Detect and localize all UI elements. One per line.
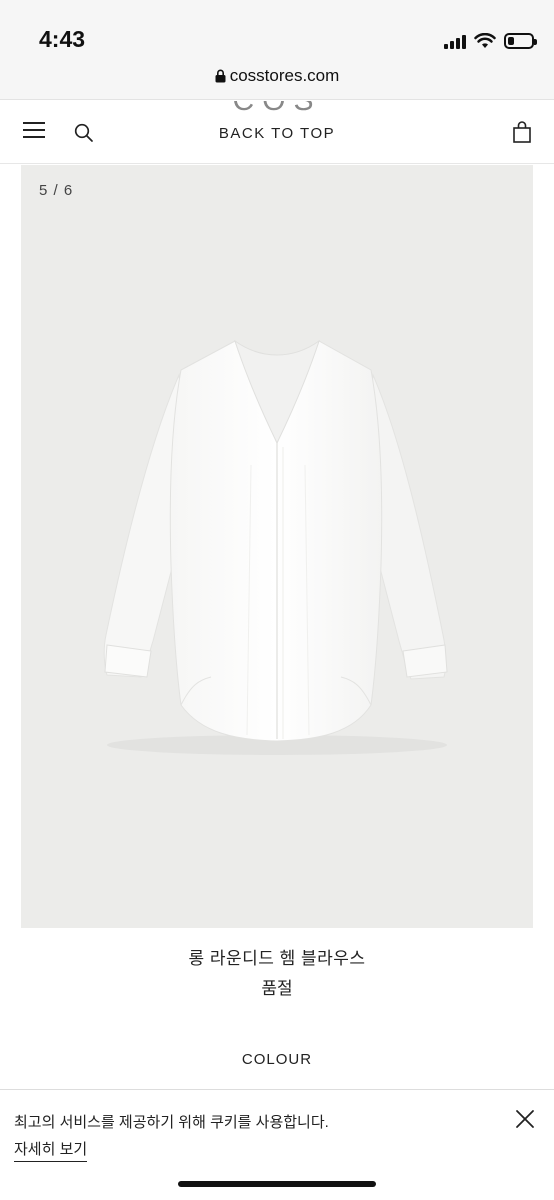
home-indicator [178,1181,376,1187]
back-to-top-link[interactable]: BACK TO TOP [0,125,554,142]
wifi-icon [474,33,496,48]
page: 4:43 cosstores.com COS [0,0,554,1200]
url-text: cosstores.com [229,66,340,85]
shopping-bag-icon[interactable] [513,121,531,143]
colour-label: COLOUR [241,1051,313,1068]
cookie-details-link[interactable]: 자세히 보기 [14,1138,88,1162]
status-bar: 4:43 cosstores.com [0,0,554,100]
signal-icon [444,33,466,49]
cos-logo[interactable]: COS [0,101,554,118]
stock-status: 품절 [261,979,293,998]
battery-icon [504,33,537,49]
status-time: 4:43 [39,26,86,52]
product-image [103,339,448,755]
site-header: COS BACK TO TOP [0,101,554,164]
url-bar[interactable]: cosstores.com [0,66,554,86]
close-icon[interactable] [515,1109,535,1129]
product-gallery[interactable]: 5 / 6 [21,165,533,928]
cookie-message: 최고의 서비스를 제공하기 위해 쿠키를 사용합니다. [14,1114,329,1131]
image-counter: 5 / 6 [39,182,74,199]
lock-icon [215,69,226,83]
status-icons [444,30,537,52]
product-name: 롱 라운디드 헴 블라우스 [188,949,366,968]
